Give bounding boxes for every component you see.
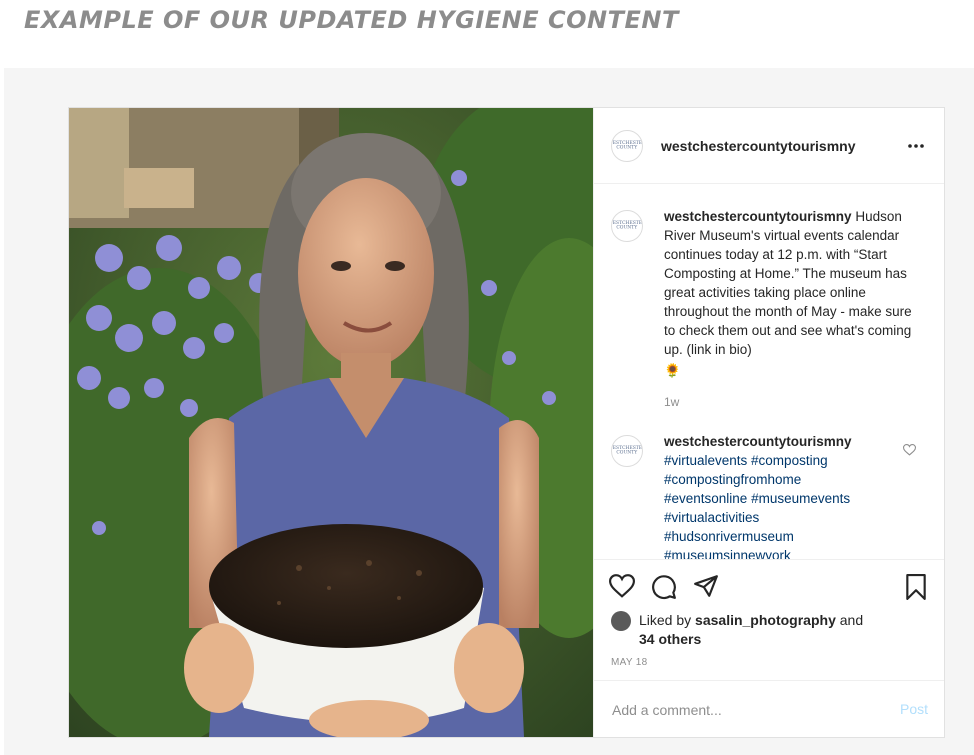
profile-avatar[interactable]: WESTCHESTER COUNTY (611, 130, 643, 162)
hashtag-line[interactable]: #virtualevents #composting (664, 451, 894, 470)
avatar-logo-text: WESTCHESTER COUNTY (612, 445, 643, 456)
add-comment-bar: Post (594, 680, 944, 737)
liked-by-avatar[interactable] (611, 611, 631, 631)
post-date[interactable]: MAY 18 (611, 657, 647, 668)
hashtag-line[interactable]: #museumsinnewyork (664, 546, 894, 559)
liked-by-prefix: Liked by (639, 612, 692, 628)
post-caption: westchestercountytourismny Hudson River … (664, 207, 919, 380)
avatar-logo-text: WESTCHESTER COUNTY (612, 220, 643, 231)
comment-icon[interactable] (651, 574, 677, 605)
hashtag-line[interactable]: #eventsonline #museumevents (664, 489, 894, 508)
post-header: WESTCHESTER COUNTY westchestercountytour… (594, 108, 944, 184)
avatar-logo-text: WESTCHESTER COUNTY (612, 140, 643, 151)
post-comment-button[interactable]: Post (900, 701, 928, 717)
comment-avatar[interactable]: WESTCHESTER COUNTY (611, 435, 643, 467)
comments-section[interactable]: WESTCHESTER COUNTY westchestercountytour… (594, 185, 944, 559)
hashtag-line[interactable]: #hudsonrivermuseum (664, 527, 894, 546)
bookmark-icon[interactable] (904, 574, 928, 605)
comment-username[interactable]: westchestercountytourismny (664, 434, 852, 449)
caption-text: Hudson River Museum's virtual events cal… (664, 209, 912, 357)
caption-timestamp[interactable]: 1w (664, 395, 679, 409)
likes-summary: Liked by sasalin_photography and 34 othe… (639, 611, 899, 649)
liked-by-user[interactable]: sasalin_photography (695, 612, 836, 628)
hashtag-line[interactable]: #virtualactivities (664, 508, 894, 527)
likes-others[interactable]: 34 others (639, 631, 701, 647)
post-sidebar: WESTCHESTER COUNTY westchestercountytour… (593, 108, 944, 737)
comment-like-heart-icon[interactable] (902, 443, 917, 461)
post-photo[interactable] (69, 108, 593, 737)
hashtag-comment: westchestercountytourismny #virtualevent… (664, 432, 894, 559)
more-options-icon[interactable] (904, 136, 928, 156)
hashtag-line[interactable]: #compostingfromhome (664, 470, 894, 489)
caption-avatar[interactable]: WESTCHESTER COUNTY (611, 210, 643, 242)
sunflower-emoji: 🌻 (664, 363, 681, 378)
instagram-post: WESTCHESTER COUNTY westchestercountytour… (68, 107, 945, 738)
caption-username[interactable]: westchestercountytourismny (664, 209, 852, 224)
post-author-username[interactable]: westchestercountytourismny (661, 138, 856, 154)
share-icon[interactable] (693, 574, 719, 603)
likes-and: and (839, 612, 864, 628)
add-comment-input[interactable] (610, 699, 864, 721)
page-heading: EXAMPLE OF OUR UPDATED HYGIENE CONTENT (24, 6, 679, 34)
post-actions: Liked by sasalin_photography and 34 othe… (594, 559, 944, 689)
heart-icon[interactable] (608, 574, 636, 603)
